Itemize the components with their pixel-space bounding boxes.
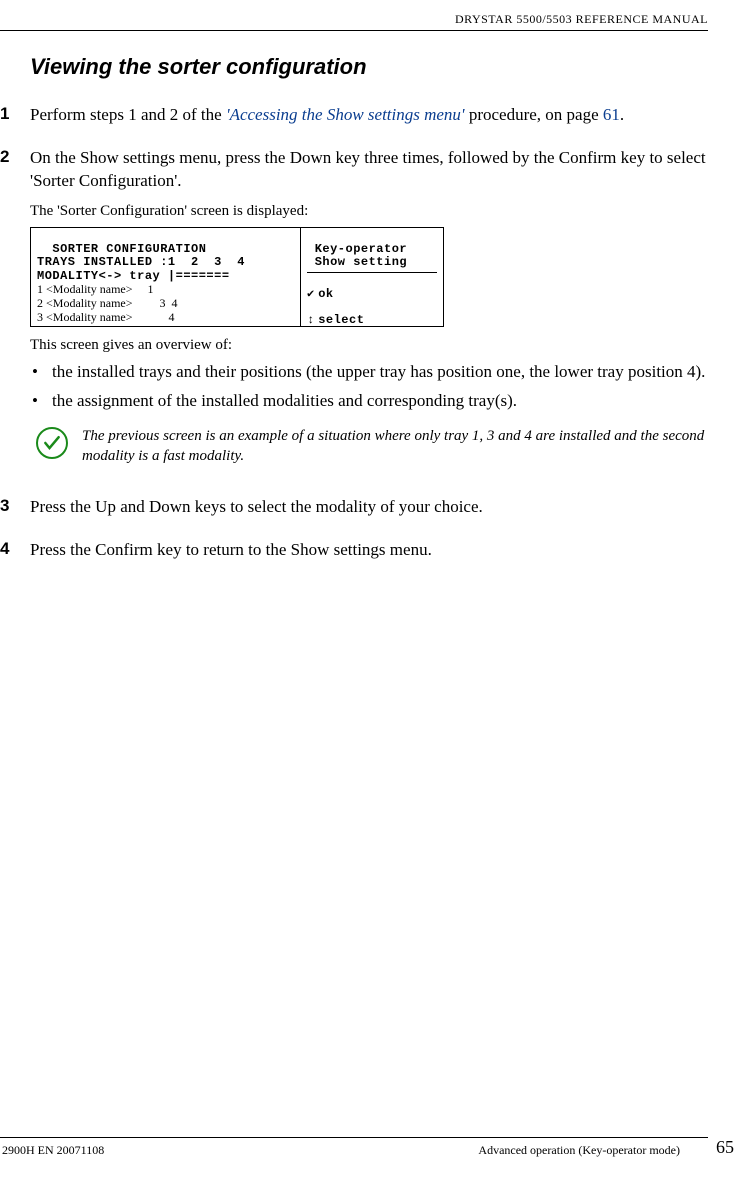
footer-rule bbox=[0, 1137, 708, 1138]
lcd-left-panel: SORTER CONFIGURATION TRAYS INSTALLED :1 … bbox=[31, 228, 301, 326]
lcd-select: select bbox=[318, 314, 364, 327]
lcd-line1: SORTER CONFIGURATION bbox=[37, 242, 206, 256]
lcd-right2: Show setting bbox=[307, 255, 407, 269]
lcd-divider bbox=[307, 272, 437, 273]
checkmark-circle-icon bbox=[36, 427, 68, 459]
bullet1-text: the installed trays and their positions … bbox=[52, 361, 705, 384]
step-2: 2 On the Show settings menu, press the D… bbox=[0, 147, 708, 476]
step2-text: On the Show settings menu, press the Dow… bbox=[30, 147, 708, 193]
lcd-right1: Key-operator bbox=[307, 242, 407, 256]
step2-subtext: The 'Sorter Configuration' screen is dis… bbox=[30, 201, 708, 221]
footer-section: Advanced operation (Key-operator mode) bbox=[478, 1143, 680, 1158]
lcd-line2: TRAYS INSTALLED :1 2 3 4 bbox=[37, 255, 245, 269]
lcd-select-row: ↕ select bbox=[307, 314, 437, 327]
lcd-line5: 2 <Modality name> 3 4 bbox=[37, 296, 178, 310]
list-item: • the assignment of the installed modali… bbox=[30, 390, 708, 413]
page-number: 65 bbox=[716, 1137, 734, 1158]
check-icon: ✔ bbox=[307, 288, 314, 301]
note-callout: The previous screen is an example of a s… bbox=[30, 427, 708, 466]
lcd-ok-row: ✔ ok bbox=[307, 288, 437, 301]
step1-text-a: Perform steps 1 and 2 of the bbox=[30, 105, 226, 124]
link-page-61[interactable]: 61 bbox=[603, 105, 620, 124]
lcd-ok: ok bbox=[318, 288, 333, 301]
link-accessing-show-settings[interactable]: 'Accessing the Show settings menu' bbox=[226, 105, 465, 124]
list-item: • the installed trays and their position… bbox=[30, 361, 708, 384]
step-number: 4 bbox=[0, 539, 30, 562]
note-text: The previous screen is an example of a s… bbox=[82, 427, 708, 466]
page-content: Viewing the sorter configuration 1 Perfo… bbox=[0, 54, 708, 582]
header-rule bbox=[0, 30, 708, 31]
section-heading: Viewing the sorter configuration bbox=[30, 54, 708, 80]
footer: 2900H EN 20071108 Advanced operation (Ke… bbox=[0, 1143, 708, 1158]
header-title: DRYSTAR 5500/5503 REFERENCE MANUAL bbox=[455, 12, 708, 27]
lcd-line3: MODALITY<-> tray |======= bbox=[37, 269, 230, 283]
bullet-list: • the installed trays and their position… bbox=[30, 361, 708, 413]
lcd-line4: 1 <Modality name> 1 bbox=[37, 282, 154, 296]
lcd-screenshot: SORTER CONFIGURATION TRAYS INSTALLED :1 … bbox=[30, 227, 444, 327]
updown-icon: ↕ bbox=[307, 314, 314, 327]
step-number: 2 bbox=[0, 147, 30, 476]
step-body: Perform steps 1 and 2 of the 'Accessing … bbox=[30, 104, 708, 127]
step-number: 3 bbox=[0, 496, 30, 519]
bullet2-text: the assignment of the installed modaliti… bbox=[52, 390, 517, 413]
step-3: 3 Press the Up and Down keys to select t… bbox=[0, 496, 708, 519]
step4-text: Press the Confirm key to return to the S… bbox=[30, 539, 708, 562]
step-number: 1 bbox=[0, 104, 30, 127]
footer-docid: 2900H EN 20071108 bbox=[2, 1143, 104, 1158]
step-body: On the Show settings menu, press the Dow… bbox=[30, 147, 708, 476]
step1-text-c: . bbox=[620, 105, 624, 124]
step1-text-b: procedure, on page bbox=[465, 105, 603, 124]
lcd-right-panel: Key-operator Show setting ✔ ok ↕ select bbox=[301, 228, 443, 326]
step-1: 1 Perform steps 1 and 2 of the 'Accessin… bbox=[0, 104, 708, 127]
lcd-line6: 3 <Modality name> 4 bbox=[37, 310, 175, 324]
step-4: 4 Press the Confirm key to return to the… bbox=[0, 539, 708, 562]
bullet-icon: • bbox=[30, 390, 52, 413]
step3-text: Press the Up and Down keys to select the… bbox=[30, 496, 708, 519]
bullet-icon: • bbox=[30, 361, 52, 384]
